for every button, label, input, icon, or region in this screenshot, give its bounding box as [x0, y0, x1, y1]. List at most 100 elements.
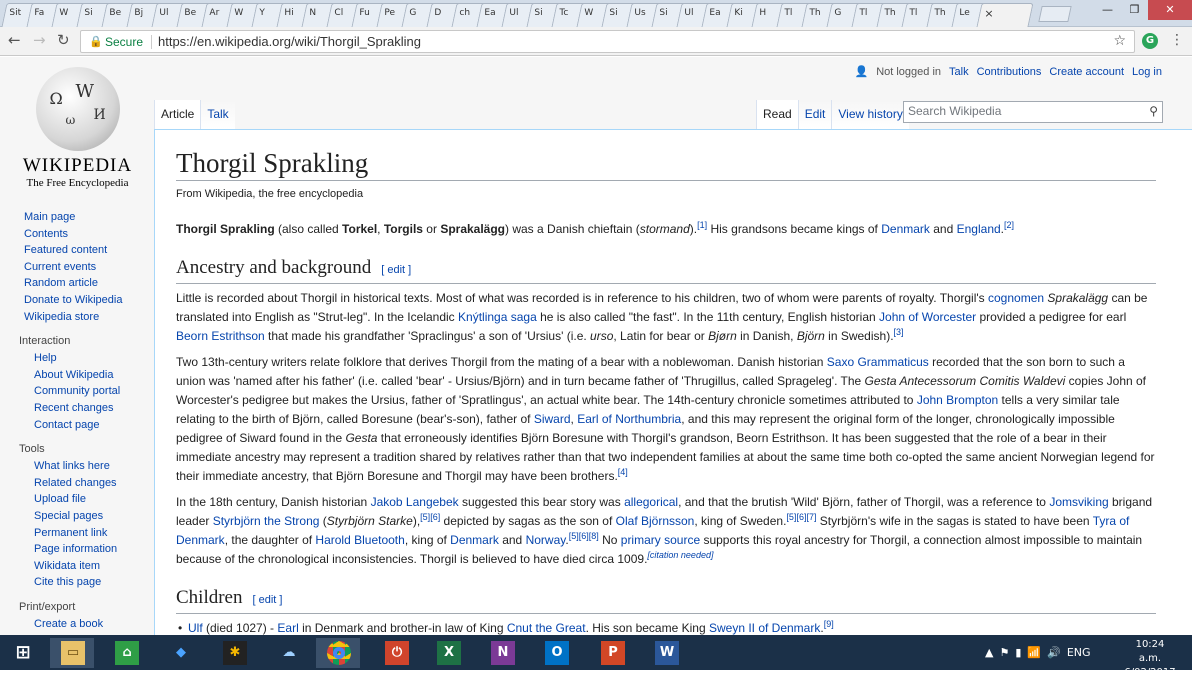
app-icon: ✱	[223, 641, 247, 665]
article-content: Thorgil Sprakling From Wikipedia, the fr…	[154, 129, 1192, 635]
log-in-link[interactable]: Log in	[1132, 66, 1162, 78]
taskbar-explorer[interactable]: ▭	[50, 638, 94, 668]
paragraph: Little is recorded about Thorgil in hist…	[176, 291, 1148, 343]
date: 6/02/2017	[1124, 667, 1176, 678]
section-heading-children: Children [ edit ]	[176, 585, 1156, 614]
tab-article[interactable]: Article	[154, 100, 201, 129]
navigation-portal: Main page Contents Featured content Curr…	[0, 209, 150, 325]
taskbar-chrome[interactable]	[316, 638, 360, 668]
taskbar-dropbox[interactable]: ◆	[158, 638, 202, 668]
sidebar: Main page Contents Featured content Curr…	[0, 209, 150, 635]
search-icon[interactable]: ⚲	[1149, 104, 1158, 118]
wifi-icon[interactable]: 📶	[1027, 646, 1041, 659]
page-title: Thorgil Sprakling	[176, 146, 1156, 181]
url-text[interactable]: https://en.wikipedia.org/wiki/Thorgil_Sp…	[158, 34, 421, 49]
grammarly-extension-icon[interactable]: G	[1142, 33, 1158, 49]
edit-link[interactable]: [ edit ]	[253, 594, 283, 606]
wikipedia-logo[interactable]: Ω W И ω WIKIPEDIA The Free Encyclopedia	[20, 67, 135, 197]
lead-paragraph: Thorgil Sprakling (also called Torkel, T…	[176, 220, 1015, 237]
section-edit-link[interactable]: [ edit ]	[253, 594, 283, 606]
portal-heading: Print/export	[19, 600, 76, 613]
sidebar-item-current-events[interactable]: Current events	[0, 259, 150, 276]
taskbar-outlook[interactable]: O	[534, 638, 578, 668]
user-icon: 👤	[854, 66, 869, 78]
children-list: Ulf (died 1027) - Earl in Denmark and br…	[178, 619, 1171, 635]
tab-talk[interactable]: Talk	[200, 100, 235, 129]
paragraph: Two 13th-century writers relate folklore…	[176, 355, 1155, 483]
browser-toolbar: ← → ↻ 🔒 Secure https://en.wikipedia.org/…	[0, 27, 1192, 56]
sidebar-item-wikidata-item[interactable]: Wikidata item	[0, 558, 150, 575]
sidebar-item-about[interactable]: About Wikipedia	[0, 367, 150, 384]
outlook-icon: O	[545, 641, 569, 665]
wikipedia-page: Ω W И ω WIKIPEDIA The Free Encyclopedia …	[0, 57, 1192, 635]
sidebar-item-store[interactable]: Wikipedia store	[0, 309, 150, 326]
sidebar-item-main-page[interactable]: Main page	[0, 209, 150, 226]
taskbar-store[interactable]: ⌂	[104, 638, 148, 668]
language-indicator[interactable]: ENG	[1067, 646, 1091, 659]
section-title: Ancestry and background	[176, 257, 372, 278]
edit-link[interactable]: [ edit ]	[381, 264, 411, 276]
tagline: The Free Encyclopedia	[26, 177, 129, 189]
tab-talk-label[interactable]: Talk	[207, 107, 228, 121]
reload-icon[interactable]: ↻	[57, 31, 70, 49]
taskbar-power[interactable]: ⏻	[374, 638, 418, 668]
search-input[interactable]: Search Wikipedia ⚲	[903, 101, 1163, 123]
browser-tab-active[interactable]: ×	[976, 3, 1034, 27]
back-icon[interactable]: ←	[8, 31, 21, 49]
minimize-button[interactable]: —	[1094, 0, 1121, 20]
tab-edit-label[interactable]: Edit	[805, 107, 826, 121]
tab-read[interactable]: Read	[756, 100, 798, 129]
sidebar-item-related-changes[interactable]: Related changes	[0, 475, 150, 492]
tray-expand-icon[interactable]: ▲	[985, 646, 993, 659]
sidebar-item-upload-file[interactable]: Upload file	[0, 491, 150, 508]
tab-strip: Sit Fa W Si Be Bj Ul Be Ar W Y Hi N Cl Fu Pe G Dch Ea Ul Si T…	[0, 0, 1192, 27]
start-button[interactable]: ⊞	[0, 638, 44, 668]
section-edit-link[interactable]: [ edit ]	[381, 264, 411, 276]
close-tab-icon[interactable]: ×	[984, 7, 1026, 20]
talk-link[interactable]: Talk	[949, 66, 969, 78]
battery-icon[interactable]: ▮	[1015, 646, 1021, 659]
sidebar-item-random-article[interactable]: Random article	[0, 275, 150, 292]
volume-icon[interactable]: 🔊	[1047, 646, 1061, 659]
taskbar-powerpoint[interactable]: P	[590, 638, 634, 668]
clock[interactable]: 10:24 a.m. 6/02/2017	[1124, 638, 1176, 680]
sidebar-item-page-information[interactable]: Page information	[0, 541, 150, 558]
time: 10:24 a.m.	[1135, 639, 1165, 664]
tab-view-history[interactable]: View history	[831, 100, 909, 129]
sidebar-item-community-portal[interactable]: Community portal	[0, 383, 150, 400]
contributions-link[interactable]: Contributions	[977, 66, 1042, 78]
taskbar-onedrive[interactable]: ☁	[266, 638, 310, 668]
taskbar-word[interactable]: W	[644, 638, 688, 668]
network-icon[interactable]: ⚑	[999, 646, 1009, 659]
sidebar-item-help[interactable]: Help	[0, 350, 150, 367]
tab-view-history-label[interactable]: View history	[838, 107, 902, 121]
new-tab-button[interactable]	[1038, 6, 1072, 22]
window-controls: — ❐ ✕	[1094, 0, 1192, 20]
sidebar-item-what-links-here[interactable]: What links here	[0, 458, 150, 475]
sidebar-item-donate[interactable]: Donate to Wikipedia	[0, 292, 150, 309]
lock-icon: 🔒	[89, 35, 103, 48]
sidebar-item-recent-changes[interactable]: Recent changes	[0, 400, 150, 417]
sidebar-item-permanent-link[interactable]: Permanent link	[0, 525, 150, 542]
taskbar-excel[interactable]: X	[426, 638, 470, 668]
taskbar-app[interactable]: ✱	[212, 638, 256, 668]
sidebar-item-contact-page[interactable]: Contact page	[0, 417, 150, 434]
taskbar-onenote[interactable]: N	[480, 638, 524, 668]
sidebar-item-special-pages[interactable]: Special pages	[0, 508, 150, 525]
sidebar-item-contents[interactable]: Contents	[0, 226, 150, 243]
child-link[interactable]: Ulf	[188, 621, 203, 635]
tab-edit[interactable]: Edit	[797, 100, 832, 129]
sidebar-item-featured-content[interactable]: Featured content	[0, 242, 150, 259]
address-bar[interactable]: 🔒 Secure https://en.wikipedia.org/wiki/T…	[80, 30, 1135, 53]
namespace-tabs: Article Talk	[154, 100, 235, 129]
bookmark-star-icon[interactable]: ☆	[1113, 33, 1126, 49]
windows-logo-icon: ⊞	[15, 642, 31, 663]
forward-icon[interactable]: →	[33, 31, 46, 49]
sidebar-item-cite-this-page[interactable]: Cite this page	[0, 574, 150, 591]
chrome-menu-icon[interactable]: ⋮	[1170, 32, 1184, 48]
create-account-link[interactable]: Create account	[1049, 66, 1124, 78]
personal-tools: 👤 Not logged in Talk Contributions Creat…	[854, 65, 1162, 79]
sidebar-item-create-a-book[interactable]: Create a book	[0, 616, 150, 633]
restore-button[interactable]: ❐	[1121, 0, 1148, 20]
close-window-button[interactable]: ✕	[1148, 0, 1192, 20]
